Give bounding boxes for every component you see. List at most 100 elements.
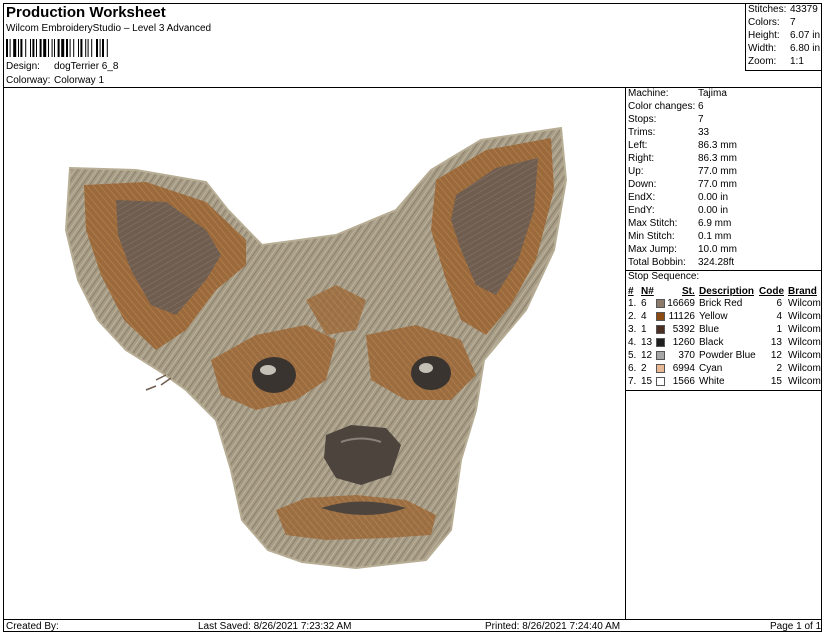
cell-code: 2 — [776, 363, 782, 374]
summary-stitches: Stitches: 43379 — [748, 4, 818, 15]
color-swatch — [656, 351, 665, 360]
cell-num: 6. — [628, 363, 637, 374]
footer-page: Page 1 of 1 — [770, 621, 822, 632]
colorway-row: Colorway: Colorway 1 — [6, 75, 104, 86]
summary-width: Width: 6.80 in — [748, 43, 821, 54]
summary-zoom: Zoom: 1:1 — [748, 56, 804, 67]
left-eye — [252, 357, 296, 393]
info-color-changes: Color changes: 6 — [628, 101, 704, 112]
design-value: dogTerrier 6_8 — [54, 61, 119, 72]
cell-code: 6 — [776, 298, 782, 309]
cell-num: 1. — [628, 298, 637, 309]
table-row: 7. 15 1566 White 15 Wilcom — [628, 376, 821, 389]
cell-brand: Wilcom — [788, 337, 821, 348]
cell-description: Powder Blue — [699, 350, 756, 361]
cell-n: 15 — [641, 376, 653, 387]
footer-created-by: Created By: — [6, 621, 59, 632]
col-header-description: Description — [699, 286, 755, 297]
col-header-brand: Brand — [788, 286, 817, 297]
colorway-value: Colorway 1 — [54, 75, 105, 86]
info-total-bobbin: Total Bobbin: 324.28ft — [628, 257, 735, 268]
cell-description: Brick Red — [699, 298, 743, 309]
color-swatch — [656, 364, 665, 373]
info-endx: EndX: 0.00 in — [628, 192, 729, 203]
col-header-st: St. — [682, 286, 695, 297]
cell-num: 4. — [628, 337, 637, 348]
cell-brand: Wilcom — [788, 376, 821, 387]
summary-height: Height: 6.07 in — [748, 30, 821, 41]
summary-divider — [745, 3, 746, 71]
info-stops: Stops: 7 — [628, 114, 704, 125]
summary-bottom-line — [745, 70, 822, 71]
cell-description: Yellow — [699, 311, 728, 322]
table-row: 3. 1 5392 Blue 1 Wilcom — [628, 324, 821, 337]
panel-divider — [625, 87, 626, 620]
cell-st: 16669 — [667, 298, 695, 309]
color-swatch — [656, 312, 665, 321]
info-down: Down: 77.0 mm — [628, 179, 737, 190]
cell-n: 12 — [641, 350, 653, 361]
cell-st: 1260 — [672, 337, 695, 348]
color-swatch — [656, 325, 665, 334]
cell-n: 13 — [641, 337, 653, 348]
table-row: 4. 13 1260 Black 13 Wilcom — [628, 337, 821, 350]
cell-code: 13 — [770, 337, 782, 348]
footer-divider — [3, 619, 822, 620]
cell-num: 7. — [628, 376, 637, 387]
barcode — [6, 39, 108, 57]
cell-num: 3. — [628, 324, 637, 335]
table-row: 6. 2 6994 Cyan 2 Wilcom — [628, 363, 821, 376]
col-header-num: # — [628, 286, 634, 297]
footer-last-saved: Last Saved: 8/26/2021 7:23:32 AM — [198, 621, 352, 632]
cell-st: 11126 — [668, 311, 695, 322]
info-machine: Machine: Tajima — [628, 88, 727, 99]
info-left: Left: 86.3 mm — [628, 140, 737, 151]
info-max-stitch: Max Stitch: 6.9 mm — [628, 218, 732, 229]
design-row: Design: dogTerrier 6_8 — [6, 61, 118, 72]
info-endy: EndY: 0.00 in — [628, 205, 729, 216]
embroidery-design-preview — [64, 126, 568, 570]
design-label: Design: — [6, 61, 40, 72]
cell-brand: Wilcom — [788, 324, 821, 335]
colorway-label: Colorway: — [6, 75, 51, 86]
cell-brand: Wilcom — [788, 298, 821, 309]
software-name: Wilcom EmbroideryStudio – Level 3 Advanc… — [6, 23, 212, 34]
color-swatch — [656, 377, 665, 386]
cell-brand: Wilcom — [788, 311, 821, 322]
info-trims: Trims: 33 — [628, 127, 710, 138]
color-swatch — [656, 299, 665, 308]
cell-code: 15 — [770, 376, 782, 387]
cell-n: 6 — [641, 298, 647, 309]
info-max-jump: Max Jump: 10.0 mm — [628, 244, 737, 255]
info-up: Up: 77.0 mm — [628, 166, 737, 177]
cell-st: 6994 — [672, 363, 695, 374]
cell-num: 2. — [628, 311, 637, 322]
cell-code: 4 — [776, 311, 782, 322]
cell-n: 2 — [641, 363, 647, 374]
cell-description: Black — [699, 337, 724, 348]
info-min-stitch: Min Stitch: 0.1 mm — [628, 231, 732, 242]
cell-st: 370 — [678, 350, 695, 361]
cell-code: 12 — [770, 350, 782, 361]
cell-n: 1 — [641, 324, 647, 335]
color-swatch — [656, 338, 665, 347]
cell-num: 5. — [628, 350, 637, 361]
footer-printed: Printed: 8/26/2021 7:24:40 AM — [485, 621, 621, 632]
table-bottom-line — [625, 390, 822, 391]
table-row: 1. 6 16669 Brick Red 6 Wilcom — [628, 298, 821, 311]
cell-brand: Wilcom — [788, 350, 821, 361]
cell-st: 1566 — [672, 376, 695, 387]
cell-description: Blue — [699, 324, 720, 335]
col-header-code: Code — [759, 286, 784, 297]
cell-n: 4 — [641, 311, 647, 322]
cell-description: White — [699, 376, 725, 387]
cell-st: 5392 — [672, 324, 695, 335]
cell-description: Cyan — [699, 363, 723, 374]
stop-sequence-title: Stop Sequence: — [628, 271, 700, 282]
info-right: Right: 86.3 mm — [628, 153, 737, 164]
cell-code: 1 — [776, 324, 782, 335]
table-row: 2. 4 11126 Yellow 4 Wilcom — [628, 311, 821, 324]
summary-colors: Colors: 7 — [748, 17, 796, 28]
cell-brand: Wilcom — [788, 363, 821, 374]
page-title: Production Worksheet — [6, 4, 166, 21]
